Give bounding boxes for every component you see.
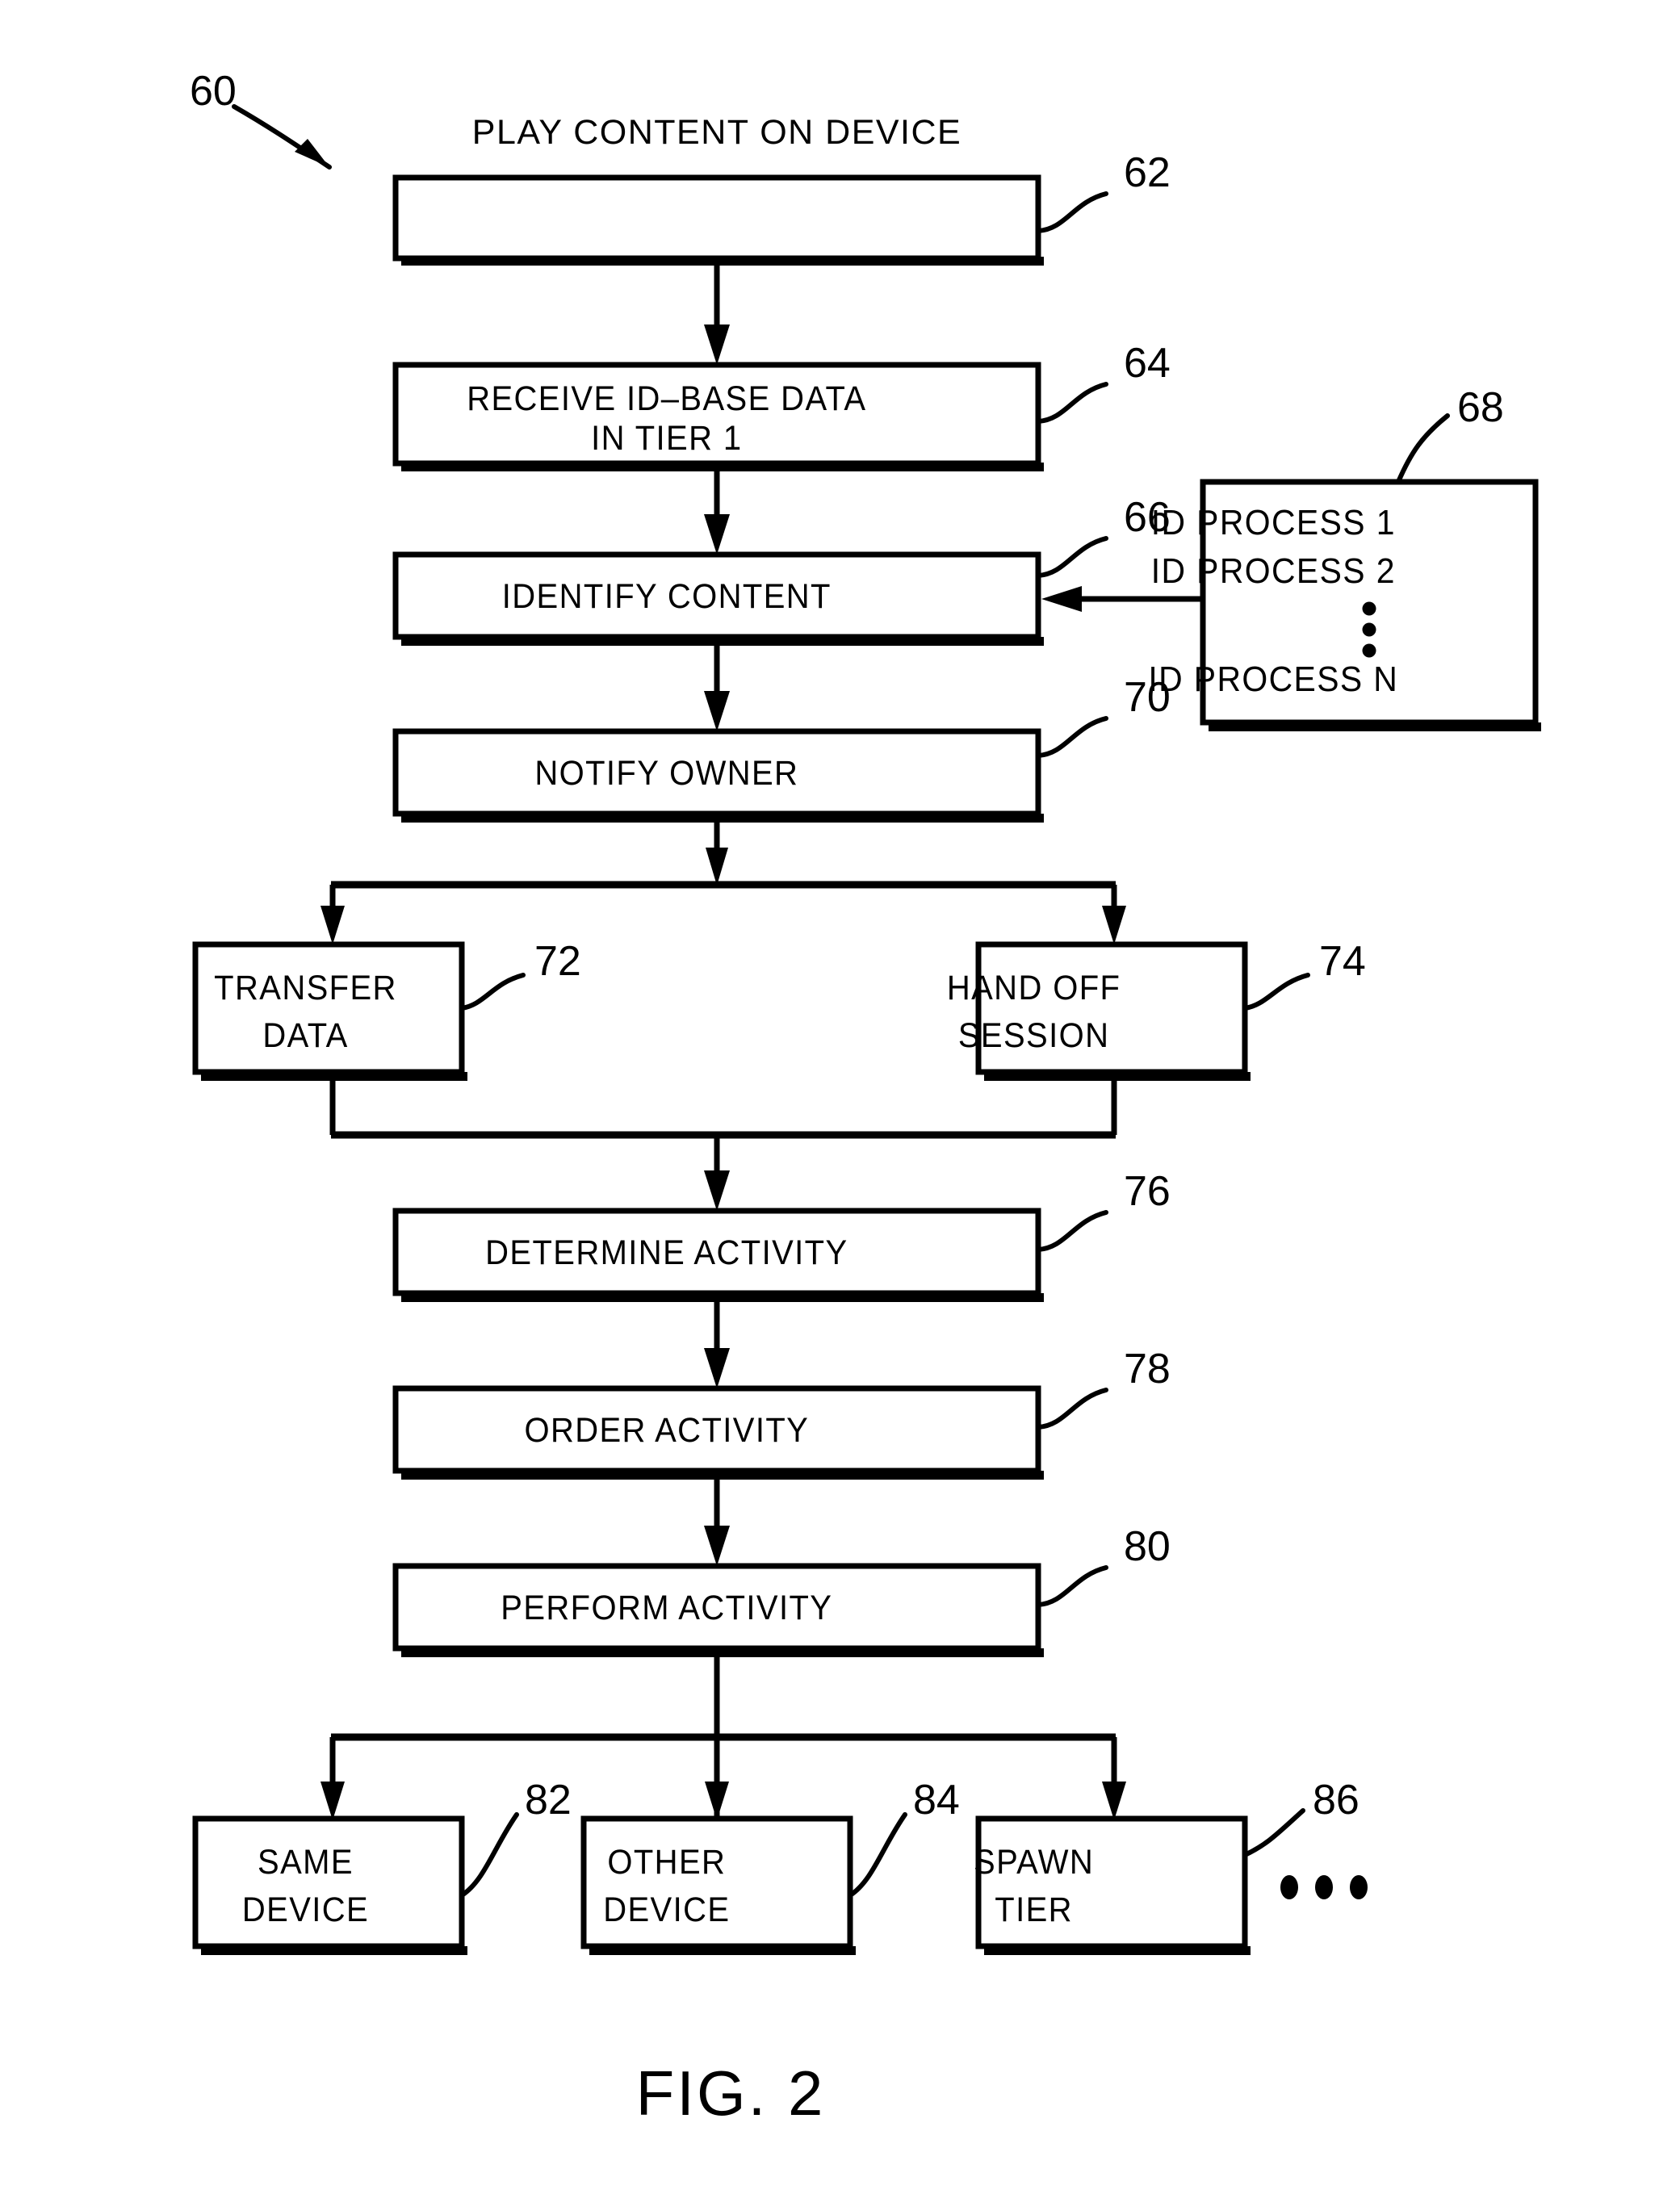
lead-86 [1242, 1808, 1305, 1857]
connector-76-to-78 [704, 1302, 730, 1388]
ref-label-76: 76 [1124, 1168, 1171, 1215]
other-device-label-line1: OTHER [607, 1842, 726, 1882]
lead-66 [1036, 536, 1108, 578]
transfer-data-label-line1: TRANSFER [214, 968, 397, 1007]
node-perform-activity[interactable]: PERFORM ACTIVITY [392, 1563, 1044, 1657]
horizontal-ellipsis-icon [1280, 1875, 1368, 1899]
id-process-item-n: ID PROCESS N [1148, 660, 1398, 700]
other-device-label-line2: DEVICE [603, 1890, 730, 1929]
lead-74 [1242, 973, 1310, 1011]
connector-62-to-64 [704, 266, 730, 365]
lead-70 [1036, 716, 1108, 758]
ref-label-72: 72 [534, 938, 581, 985]
determine-activity-label: DETERMINE ACTIVITY [485, 1233, 848, 1272]
hand-off-session-label-line1: HAND OFF [947, 968, 1121, 1007]
order-activity-label: ORDER ACTIVITY [524, 1410, 809, 1450]
ref-label-84: 84 [913, 1777, 960, 1823]
node-receive-id-base-data[interactable]: RECEIVE ID–BASE DATA IN TIER 1 [392, 362, 1044, 471]
receive-id-base-label-line2: IN TIER 1 [591, 418, 742, 458]
node-determine-activity[interactable]: DETERMINE ACTIVITY [392, 1208, 1044, 1302]
flowchart-svg: 60 PLAY CONTENT ON DEVICE 62 RECEIVE ID–… [190, 68, 1541, 2129]
id-process-item-1: ID PROCESS 1 [1151, 504, 1396, 543]
lead-64 [1036, 382, 1108, 424]
same-device-label-line2: DEVICE [242, 1890, 369, 1929]
vertical-ellipsis-icon [1362, 601, 1376, 658]
connector-66-to-70 [704, 646, 730, 731]
node-notify-owner[interactable]: NOTIFY OWNER [392, 728, 1044, 823]
figure-caption: FIG. 2 [636, 2058, 826, 2129]
branch-merge-to-determine-activity [329, 1081, 1117, 1211]
patent-figure-root: 60 PLAY CONTENT ON DEVICE 62 RECEIVE ID–… [0, 0, 1680, 2194]
ref-label-60: 60 [190, 68, 237, 115]
lead-68 [1396, 413, 1450, 484]
connector-78-to-80 [704, 1480, 730, 1566]
node-order-activity[interactable]: ORDER ACTIVITY [392, 1385, 1044, 1480]
lead-82 [459, 1812, 519, 1898]
lead-62 [1036, 191, 1108, 233]
main-reference-arrow-60 [232, 104, 332, 170]
receive-id-base-label-line1: RECEIVE ID–BASE DATA [467, 379, 866, 418]
ref-label-68: 68 [1457, 384, 1504, 431]
ref-label-62: 62 [1124, 149, 1171, 196]
ref-label-70: 70 [1124, 674, 1171, 721]
ref-label-82: 82 [525, 1777, 572, 1823]
lead-72 [459, 973, 526, 1011]
ref-label-64: 64 [1124, 340, 1171, 387]
lead-80 [1036, 1565, 1108, 1607]
node-spawn-tier[interactable]: SPAWN TIER [974, 1815, 1251, 1955]
play-content-label: PLAY CONTENT ON DEVICE [472, 113, 961, 152]
ref-label-86: 86 [1313, 1777, 1360, 1823]
transfer-data-label-line2: DATA [262, 1015, 348, 1055]
lead-84 [848, 1812, 907, 1898]
node-hand-off-session[interactable]: HAND OFF SESSION [947, 941, 1251, 1081]
lead-76 [1036, 1210, 1108, 1252]
ref-label-78: 78 [1124, 1346, 1171, 1392]
node-id-process-list[interactable]: ID PROCESS 1 ID PROCESS 2 ID PROCESS N [1148, 479, 1541, 731]
notify-owner-label: NOTIFY OWNER [534, 753, 798, 793]
lead-78 [1036, 1388, 1108, 1430]
id-process-item-2: ID PROCESS 2 [1151, 552, 1396, 592]
node-identify-content[interactable]: IDENTIFY CONTENT [392, 551, 1044, 646]
branch-split-perform-activity [320, 1657, 1126, 1820]
ref-label-74: 74 [1319, 938, 1366, 985]
branch-split-notify-owner [320, 823, 1126, 944]
same-device-label-line1: SAME [258, 1842, 354, 1882]
ref-label-80: 80 [1124, 1523, 1171, 1570]
node-other-device[interactable]: OTHER DEVICE [580, 1815, 856, 1955]
node-same-device[interactable]: SAME DEVICE [192, 1815, 467, 1955]
perform-activity-label: PERFORM ACTIVITY [501, 1588, 832, 1627]
node-play-content-on-device[interactable]: PLAY CONTENT ON DEVICE [392, 113, 1044, 266]
spawn-tier-label-line2: TIER [995, 1890, 1073, 1929]
spawn-tier-label-line1: SPAWN [974, 1842, 1094, 1882]
identify-content-label: IDENTIFY CONTENT [502, 576, 832, 616]
hand-off-session-label-line2: SESSION [958, 1015, 1110, 1055]
connector-64-to-66 [704, 471, 730, 555]
node-transfer-data[interactable]: TRANSFER DATA [192, 941, 467, 1081]
